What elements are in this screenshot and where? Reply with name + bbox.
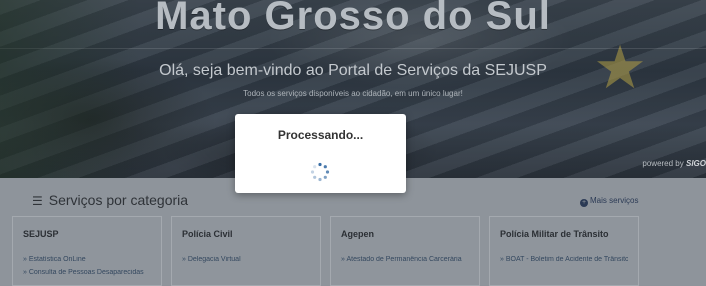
processing-dialog: Processando... [235, 114, 406, 193]
loading-spinner-icon [310, 162, 330, 182]
dialog-title: Processando... [277, 128, 364, 142]
